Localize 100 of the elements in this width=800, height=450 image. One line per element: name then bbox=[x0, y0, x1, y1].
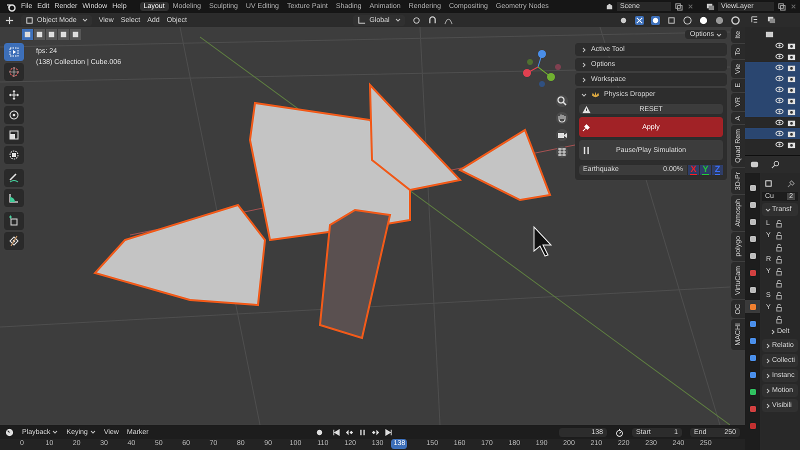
pin-icon[interactable] bbox=[787, 179, 796, 188]
lock-icon[interactable] bbox=[775, 302, 784, 312]
lock-icon[interactable] bbox=[775, 230, 784, 240]
select-icon bbox=[8, 46, 20, 58]
pause-icon[interactable] bbox=[358, 428, 367, 436]
lock-icon[interactable] bbox=[775, 242, 784, 252]
lock-icon[interactable] bbox=[775, 218, 784, 228]
tool-button[interactable] bbox=[4, 86, 24, 104]
blender-logo-icon[interactable] bbox=[6, 2, 16, 12]
pivot-icon[interactable] bbox=[412, 16, 421, 24]
tool-button[interactable] bbox=[4, 146, 24, 164]
outliner-row[interactable] bbox=[745, 106, 800, 117]
lock-icon[interactable] bbox=[775, 278, 784, 288]
eye-icon[interactable] bbox=[775, 63, 784, 72]
eye-icon[interactable] bbox=[775, 118, 784, 127]
measure-icon bbox=[8, 192, 20, 204]
scale-icon bbox=[8, 129, 20, 141]
collection-icon[interactable] bbox=[765, 30, 774, 39]
filter-icon[interactable] bbox=[767, 15, 776, 24]
jump-end-icon[interactable] bbox=[384, 428, 393, 436]
annotate-icon bbox=[8, 172, 20, 184]
axes-icon bbox=[357, 16, 366, 24]
xray-icon[interactable] bbox=[667, 16, 676, 24]
close-icon[interactable] bbox=[686, 2, 695, 11]
eye-icon[interactable] bbox=[775, 140, 784, 149]
transform-icon bbox=[8, 149, 20, 161]
overlay-toggle-icon[interactable] bbox=[651, 16, 660, 24]
outliner-row[interactable] bbox=[745, 128, 800, 139]
copy-icon[interactable] bbox=[674, 2, 683, 11]
camera-icon[interactable] bbox=[556, 129, 568, 141]
camera-icon[interactable] bbox=[787, 52, 796, 61]
visibility-icon[interactable] bbox=[619, 16, 628, 24]
record-icon[interactable] bbox=[314, 428, 324, 436]
camera-icon[interactable] bbox=[787, 74, 796, 83]
tool-button[interactable] bbox=[4, 232, 24, 250]
chevron-right-icon bbox=[765, 372, 771, 378]
next-keyframe-icon[interactable] bbox=[370, 428, 380, 436]
tool-button[interactable] bbox=[4, 43, 24, 61]
grid-icon[interactable] bbox=[556, 146, 568, 158]
jump-start-icon[interactable] bbox=[332, 428, 341, 436]
tool-button[interactable] bbox=[4, 189, 24, 207]
layers-icon[interactable] bbox=[706, 2, 715, 11]
eye-icon[interactable] bbox=[775, 107, 784, 116]
warning-icon bbox=[582, 104, 591, 114]
solid-shading-icon[interactable] bbox=[699, 16, 708, 24]
search-icon[interactable] bbox=[771, 160, 780, 169]
tool-button[interactable] bbox=[4, 106, 24, 124]
tool-button[interactable] bbox=[4, 212, 24, 230]
pin-icon bbox=[582, 122, 591, 132]
hand-icon[interactable] bbox=[556, 112, 568, 124]
eye-icon[interactable] bbox=[775, 74, 784, 83]
snap-icon[interactable] bbox=[428, 16, 437, 24]
copy-icon[interactable] bbox=[777, 2, 786, 11]
tool-button[interactable] bbox=[4, 63, 24, 81]
display-mode-icon[interactable] bbox=[750, 15, 759, 24]
chevron-right-icon bbox=[765, 342, 771, 348]
close-icon[interactable] bbox=[789, 2, 798, 11]
camera-icon[interactable] bbox=[787, 85, 796, 94]
chevron-down-icon bbox=[581, 92, 587, 98]
selection-mode-icon[interactable] bbox=[22, 29, 33, 40]
selection-mode-icon[interactable] bbox=[34, 29, 45, 40]
selection-mode-icon[interactable] bbox=[46, 29, 57, 40]
zoom-icon[interactable] bbox=[556, 95, 568, 107]
prev-keyframe-icon[interactable] bbox=[344, 428, 354, 436]
camera-icon[interactable] bbox=[787, 96, 796, 105]
camera-icon[interactable] bbox=[787, 63, 796, 72]
gizmo-toggle-icon[interactable] bbox=[635, 16, 644, 24]
editor-type-icon[interactable] bbox=[5, 16, 14, 24]
rendered-shading-icon[interactable] bbox=[731, 16, 740, 24]
lock-icon[interactable] bbox=[775, 266, 784, 276]
scene-icon[interactable] bbox=[605, 2, 614, 11]
eye-icon[interactable] bbox=[775, 52, 784, 61]
stopwatch-icon[interactable] bbox=[615, 428, 624, 436]
selection-mode-icon[interactable] bbox=[58, 29, 69, 40]
eye-icon[interactable] bbox=[775, 129, 784, 138]
chevron-right-icon bbox=[765, 358, 771, 364]
axis-toggle[interactable]: Y bbox=[700, 165, 711, 175]
lock-icon[interactable] bbox=[775, 290, 784, 300]
eye-icon[interactable] bbox=[775, 85, 784, 94]
camera-icon[interactable] bbox=[787, 107, 796, 116]
tool-button[interactable] bbox=[4, 169, 24, 187]
lock-icon[interactable] bbox=[775, 254, 784, 264]
lock-icon[interactable] bbox=[775, 314, 784, 324]
caret-icon bbox=[52, 429, 58, 435]
caret-icon bbox=[716, 32, 722, 38]
axis-gizmo[interactable] bbox=[523, 50, 561, 87]
selection-mode-icon[interactable] bbox=[70, 29, 81, 40]
camera-icon[interactable] bbox=[787, 129, 796, 138]
wireframe-shading-icon[interactable] bbox=[683, 16, 692, 24]
outliner-row[interactable] bbox=[745, 62, 800, 73]
camera-icon[interactable] bbox=[787, 140, 796, 149]
camera-icon[interactable] bbox=[787, 118, 796, 127]
editor-type-icon[interactable] bbox=[750, 160, 759, 169]
tool-button[interactable] bbox=[4, 126, 24, 144]
clock-icon[interactable] bbox=[5, 428, 14, 436]
material-shading-icon[interactable] bbox=[715, 16, 724, 24]
camera-icon[interactable] bbox=[787, 41, 796, 50]
eye-icon[interactable] bbox=[775, 41, 784, 50]
properties-tab[interactable] bbox=[745, 300, 760, 313]
eye-icon[interactable] bbox=[775, 96, 784, 105]
